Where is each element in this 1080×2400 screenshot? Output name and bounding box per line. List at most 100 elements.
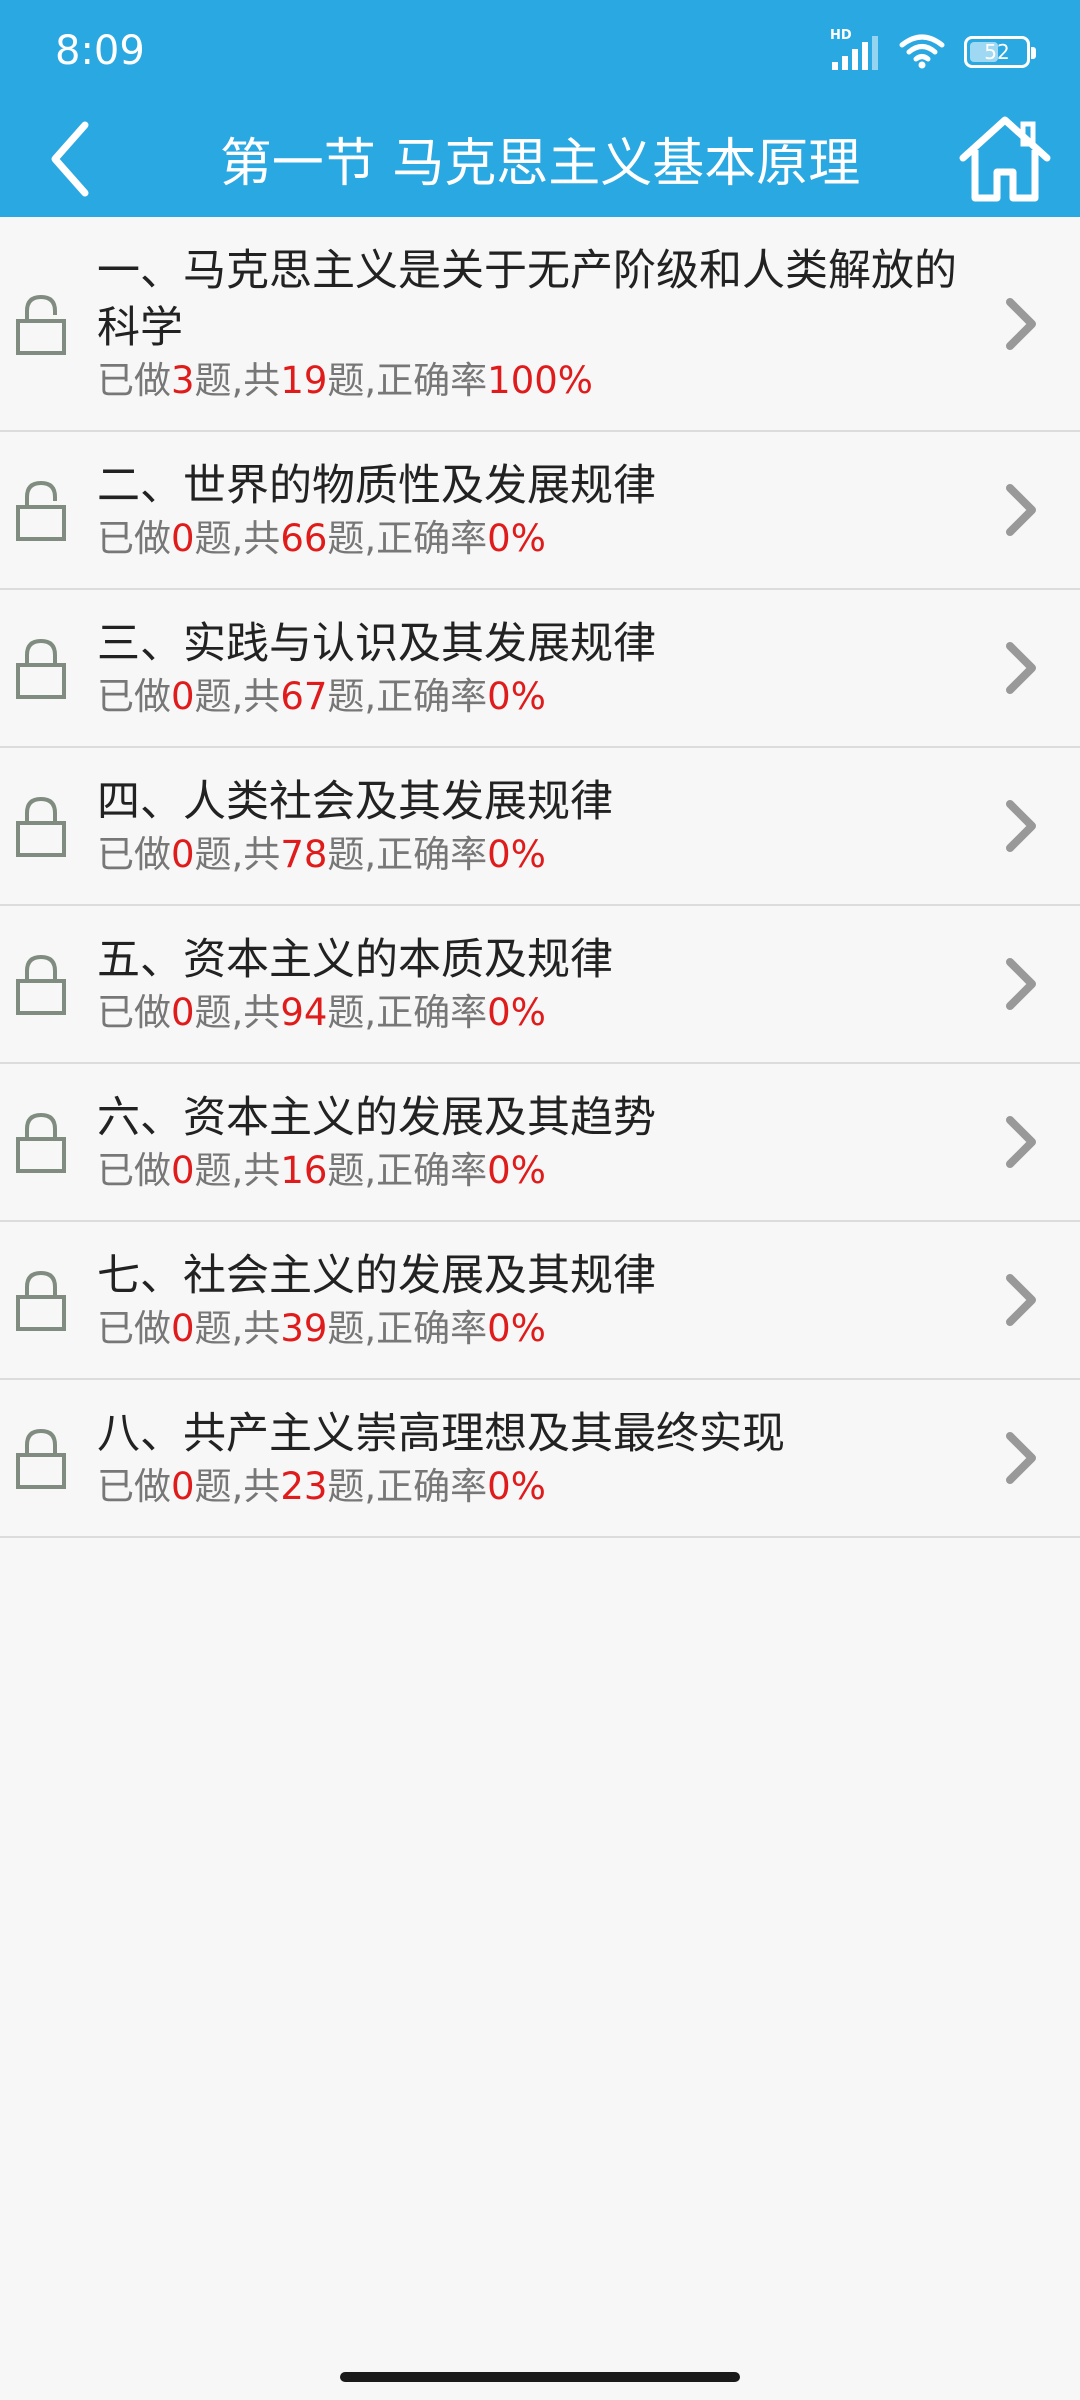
- section-title: 五、资本主义的本质及规律: [97, 934, 613, 985]
- section-text: 二、世界的物质性及发展规律 已做0题,共66题,正确率0%: [97, 458, 970, 563]
- total-count: 39: [280, 1306, 328, 1350]
- total-suffix: 题,正确率: [327, 1464, 488, 1508]
- done-suffix: 题,共: [194, 674, 281, 718]
- section-row[interactable]: 四、人类社会及其发展规律 已做0题,共78题,正确率0%: [0, 748, 1080, 906]
- section-stats: 已做0题,共67题,正确率0%: [97, 673, 970, 721]
- total-suffix: 题,正确率: [327, 1148, 488, 1192]
- wifi-icon: [898, 31, 946, 73]
- done-suffix: 题,共: [194, 1148, 281, 1192]
- section-text: 五、资本主义的本质及规律 已做0题,共94题,正确率0%: [97, 932, 970, 1037]
- section-title: 八、共产主义崇高理想及其最终实现: [97, 1408, 785, 1459]
- section-text: 八、共产主义崇高理想及其最终实现 已做0题,共23题,正确率0%: [97, 1406, 970, 1511]
- section-row[interactable]: 二、世界的物质性及发展规律 已做0题,共66题,正确率0%: [0, 432, 1080, 590]
- chevron-right-icon: [1000, 798, 1040, 854]
- lock-icon: [14, 1109, 68, 1175]
- section-text: 四、人类社会及其发展规律 已做0题,共78题,正确率0%: [97, 774, 970, 879]
- chevron-right-icon: [1000, 482, 1040, 538]
- section-title: 一、马克思主义是关于无产阶级和人类解放的科学: [97, 245, 957, 353]
- battery-icon: 52: [964, 36, 1036, 68]
- section-stats: 已做0题,共39题,正确率0%: [97, 1305, 970, 1353]
- done-prefix: 已做: [97, 1306, 171, 1350]
- section-text: 六、资本主义的发展及其趋势 已做0题,共16题,正确率0%: [97, 1090, 970, 1195]
- done-suffix: 题,共: [194, 1464, 281, 1508]
- done-prefix: 已做: [97, 516, 171, 560]
- accuracy-rate: 0%: [487, 674, 546, 718]
- section-row[interactable]: 七、社会主义的发展及其规律 已做0题,共39题,正确率0%: [0, 1222, 1080, 1380]
- chevron-right-icon: [1000, 1114, 1040, 1170]
- lock-icon: [14, 635, 68, 701]
- total-suffix: 题,正确率: [327, 832, 488, 876]
- signal-icon: HD: [830, 28, 880, 70]
- done-suffix: 题,共: [194, 516, 281, 560]
- status-icons: HD 52: [830, 28, 1036, 74]
- total-suffix: 题,正确率: [327, 358, 488, 402]
- done-count: 0: [171, 1148, 195, 1192]
- done-count: 0: [171, 1306, 195, 1350]
- accuracy-rate: 0%: [487, 832, 546, 876]
- done-prefix: 已做: [97, 832, 171, 876]
- page-title: 第一节 马克思主义基本原理: [219, 134, 861, 194]
- section-stats: 已做0题,共16题,正确率0%: [97, 1147, 970, 1195]
- accuracy-rate: 0%: [487, 516, 546, 560]
- lock-icon: [14, 1425, 68, 1491]
- accuracy-rate: 0%: [487, 1306, 546, 1350]
- section-title: 二、世界的物质性及发展规律: [97, 460, 656, 511]
- lock-icon: [14, 793, 68, 859]
- total-suffix: 题,正确率: [327, 990, 488, 1034]
- done-count: 0: [171, 1464, 195, 1508]
- section-text: 三、实践与认识及其发展规律 已做0题,共67题,正确率0%: [97, 616, 970, 721]
- accuracy-rate: 0%: [487, 1148, 546, 1192]
- total-suffix: 题,正确率: [327, 516, 488, 560]
- section-stats: 已做3题,共19题,正确率100%: [97, 357, 970, 405]
- lock-icon: [14, 1267, 68, 1333]
- chevron-right-icon: [1000, 956, 1040, 1012]
- lock-icon: [14, 951, 68, 1017]
- chevron-right-icon: [1000, 296, 1040, 352]
- total-count: 23: [280, 1464, 328, 1508]
- total-count: 78: [280, 832, 328, 876]
- header: 8:09 HD 52 第一节 马克思主义基本原理: [0, 0, 1080, 217]
- done-prefix: 已做: [97, 1148, 171, 1192]
- chevron-right-icon: [1000, 1272, 1040, 1328]
- section-title: 六、资本主义的发展及其趋势: [97, 1092, 656, 1143]
- section-stats: 已做0题,共78题,正确率0%: [97, 831, 970, 879]
- battery-percent: 52: [984, 40, 1010, 64]
- done-prefix: 已做: [97, 358, 171, 402]
- section-title: 四、人类社会及其发展规律: [97, 776, 613, 827]
- done-suffix: 题,共: [194, 1306, 281, 1350]
- section-text: 七、社会主义的发展及其规律 已做0题,共39题,正确率0%: [97, 1248, 970, 1353]
- done-count: 3: [171, 358, 195, 402]
- done-count: 0: [171, 674, 195, 718]
- done-suffix: 题,共: [194, 358, 281, 402]
- chevron-right-icon: [1000, 640, 1040, 696]
- section-row[interactable]: 一、马克思主义是关于无产阶级和人类解放的科学 已做3题,共19题,正确率100%: [0, 217, 1080, 432]
- unlock-icon: [14, 291, 68, 357]
- section-row[interactable]: 五、资本主义的本质及规律 已做0题,共94题,正确率0%: [0, 906, 1080, 1064]
- back-button[interactable]: [20, 100, 120, 217]
- section-row[interactable]: 三、实践与认识及其发展规律 已做0题,共67题,正确率0%: [0, 590, 1080, 748]
- section-title: 三、实践与认识及其发展规律: [97, 618, 656, 669]
- home-button[interactable]: [940, 100, 1070, 217]
- home-icon: [959, 116, 1051, 201]
- section-title: 七、社会主义的发展及其规律: [97, 1250, 656, 1301]
- status-bar: 8:09 HD 52: [0, 0, 1080, 100]
- done-suffix: 题,共: [194, 990, 281, 1034]
- done-count: 0: [171, 516, 195, 560]
- section-stats: 已做0题,共23题,正确率0%: [97, 1463, 970, 1511]
- done-suffix: 题,共: [194, 832, 281, 876]
- accuracy-rate: 0%: [487, 1464, 546, 1508]
- section-stats: 已做0题,共66题,正确率0%: [97, 515, 970, 563]
- done-prefix: 已做: [97, 1464, 171, 1508]
- total-count: 16: [280, 1148, 328, 1192]
- section-stats: 已做0题,共94题,正确率0%: [97, 989, 970, 1037]
- section-row[interactable]: 六、资本主义的发展及其趋势 已做0题,共16题,正确率0%: [0, 1064, 1080, 1222]
- status-time: 8:09: [55, 28, 145, 74]
- done-count: 0: [171, 990, 195, 1034]
- accuracy-rate: 0%: [487, 990, 546, 1034]
- home-indicator[interactable]: [340, 2372, 740, 2382]
- accuracy-rate: 100%: [487, 358, 593, 402]
- unlock-icon: [14, 477, 68, 543]
- section-text: 一、马克思主义是关于无产阶级和人类解放的科学 已做3题,共19题,正确率100%: [97, 243, 970, 405]
- chevron-right-icon: [1000, 1430, 1040, 1486]
- section-row[interactable]: 八、共产主义崇高理想及其最终实现 已做0题,共23题,正确率0%: [0, 1380, 1080, 1538]
